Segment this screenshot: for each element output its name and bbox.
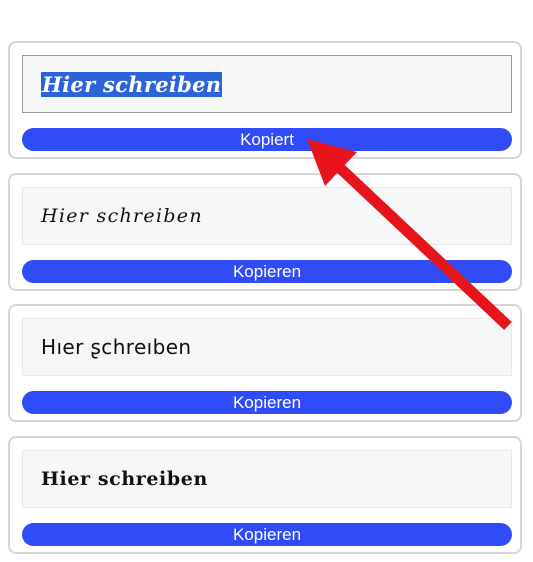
- styled-text: 𝐇𝐢𝐞𝐫 𝐬𝐜𝐡𝐫𝐞𝐢𝐛𝐞𝐧: [41, 468, 208, 490]
- font-card-3: Hıer ʂchreıben Kopieren: [8, 304, 522, 422]
- styled-text-box[interactable]: Hıer ʂchreıben: [22, 318, 512, 376]
- copy-button[interactable]: Kopieren: [22, 391, 512, 414]
- copied-button[interactable]: Kopiert: [22, 128, 512, 151]
- font-card-4: 𝐇𝐢𝐞𝐫 𝐬𝐜𝐡𝐫𝐞𝐢𝐛𝐞𝐧 Kopieren: [8, 436, 522, 554]
- font-card-2: 𝐻𝑖𝑒𝑟 𝑠𝑐ℎ𝑟𝑒𝑖𝑏𝑒𝑛 Kopieren: [8, 173, 522, 291]
- styled-text-selected[interactable]: 𝑯𝒊𝒆𝒓 𝒔𝒄𝒉𝒓𝒆𝒊𝒃𝒆𝒏: [41, 71, 223, 97]
- copy-button[interactable]: Kopieren: [22, 523, 512, 546]
- styled-text-box[interactable]: 𝑯𝒊𝒆𝒓 𝒔𝒄𝒉𝒓𝒆𝒊𝒃𝒆𝒏: [22, 55, 512, 113]
- copy-button[interactable]: Kopieren: [22, 260, 512, 283]
- styled-text: 𝐻𝑖𝑒𝑟 𝑠𝑐ℎ𝑟𝑒𝑖𝑏𝑒𝑛: [41, 205, 203, 227]
- styled-text-box[interactable]: 𝐇𝐢𝐞𝐫 𝐬𝐜𝐡𝐫𝐞𝐢𝐛𝐞𝐧: [22, 450, 512, 508]
- font-card-1: 𝑯𝒊𝒆𝒓 𝒔𝒄𝒉𝒓𝒆𝒊𝒃𝒆𝒏 Kopiert: [8, 41, 522, 159]
- styled-text: Hıer ʂchreıben: [41, 335, 192, 359]
- styled-text-box[interactable]: 𝐻𝑖𝑒𝑟 𝑠𝑐ℎ𝑟𝑒𝑖𝑏𝑒𝑛: [22, 187, 512, 245]
